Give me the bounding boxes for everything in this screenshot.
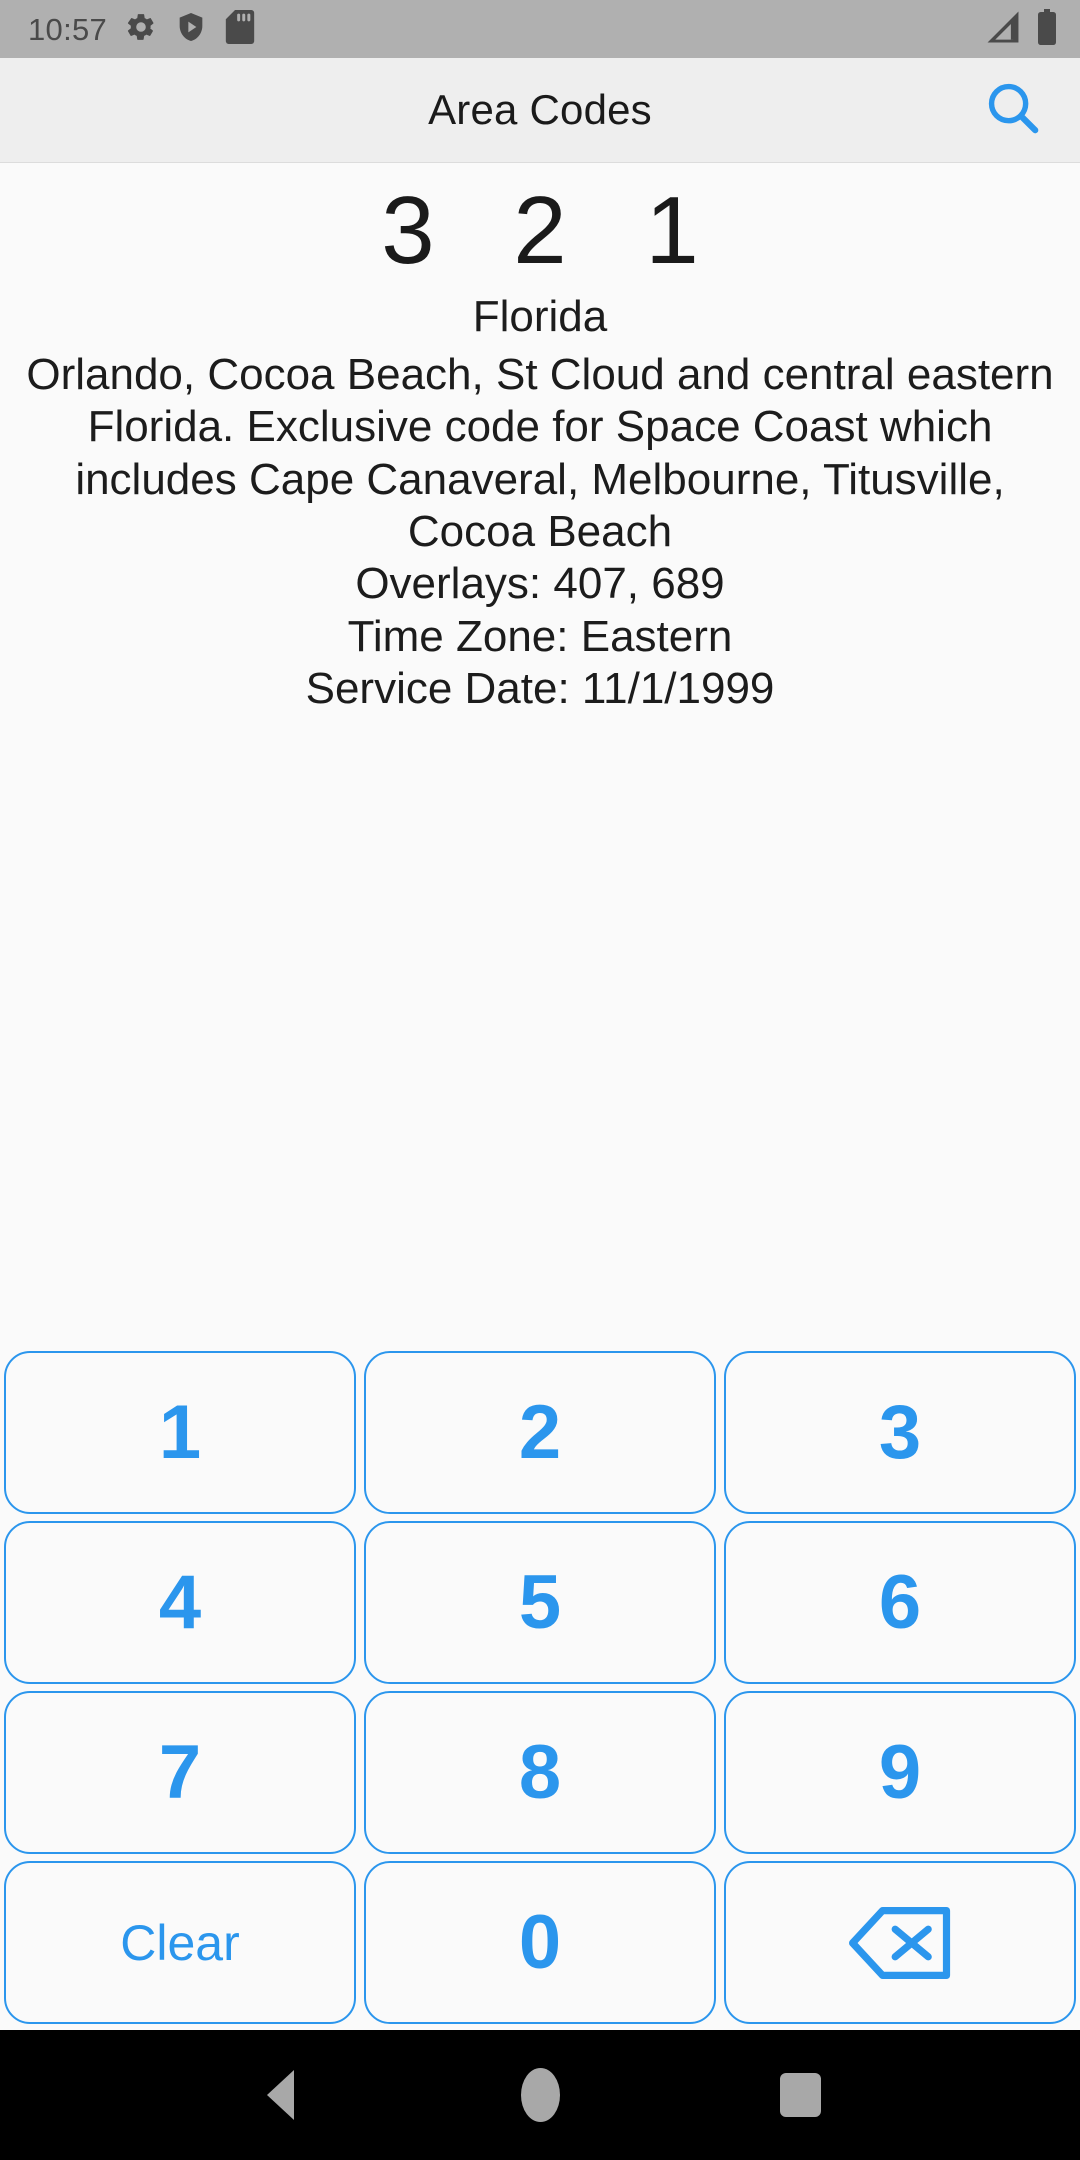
key-6[interactable]: 6 (724, 1521, 1076, 1684)
area-code-display: 3 2 1 (381, 177, 725, 284)
nav-home-button[interactable] (480, 2045, 600, 2145)
status-clock: 10:57 (28, 11, 108, 47)
keypad-row: 7 8 9 (4, 1691, 1076, 1854)
back-icon (266, 2070, 294, 2120)
key-label: 6 (878, 1559, 922, 1645)
key-label: 7 (158, 1729, 202, 1815)
key-label: 9 (878, 1729, 922, 1815)
key-0[interactable]: 0 (364, 1861, 716, 2024)
search-icon (982, 77, 1044, 144)
key-7[interactable]: 7 (4, 1691, 356, 1854)
home-icon (520, 2068, 560, 2122)
service-date-line: Service Date: 11/1/1999 (305, 664, 775, 714)
key-label: 3 (878, 1389, 922, 1475)
keypad-row: Clear 0 (4, 1861, 1076, 2024)
nav-recents-button[interactable] (740, 2045, 860, 2145)
key-label: 4 (158, 1559, 202, 1645)
key-4[interactable]: 4 (4, 1521, 356, 1684)
key-label: 8 (518, 1729, 562, 1815)
key-8[interactable]: 8 (364, 1691, 716, 1854)
keypad: 1 2 3 4 5 6 7 8 9 Clear 0 (0, 1351, 1080, 2030)
nav-back-button[interactable] (220, 2045, 340, 2145)
search-button[interactable] (974, 71, 1052, 149)
phone-screen: 10:57 Area Codes 3 2 1 Florida Orlando, … (0, 0, 1080, 2160)
key-9[interactable]: 9 (724, 1691, 1076, 1854)
android-nav-bar (0, 2030, 1080, 2160)
cell-signal-icon (984, 10, 1022, 49)
sd-card-icon (225, 9, 255, 49)
gear-icon (125, 11, 157, 48)
time-zone-line: Time Zone: Eastern (347, 611, 733, 661)
app-bar: Area Codes (0, 58, 1080, 163)
status-bar-left: 10:57 (28, 9, 255, 49)
area-description: Orlando, Cocoa Beach, St Cloud and centr… (26, 349, 1054, 556)
key-5[interactable]: 5 (364, 1521, 716, 1684)
page-title: Area Codes (428, 86, 652, 133)
area-code-detail: 3 2 1 Florida Orlando, Cocoa Beach, St C… (0, 163, 1080, 715)
keypad-row: 1 2 3 (4, 1351, 1076, 1514)
key-label: 5 (518, 1559, 562, 1645)
main-content: 3 2 1 Florida Orlando, Cocoa Beach, St C… (0, 163, 1080, 2030)
key-3[interactable]: 3 (724, 1351, 1076, 1514)
key-backspace[interactable] (724, 1861, 1076, 2024)
play-protect-shield-icon (175, 11, 207, 48)
battery-full-icon (1036, 8, 1058, 50)
key-1[interactable]: 1 (4, 1351, 356, 1514)
key-2[interactable]: 2 (364, 1351, 716, 1514)
keypad-row: 4 5 6 (4, 1521, 1076, 1684)
status-bar-right (984, 8, 1058, 50)
state-name: Florida (472, 291, 608, 341)
key-clear[interactable]: Clear (4, 1861, 356, 2024)
backspace-icon (846, 1904, 954, 1982)
key-label: 2 (518, 1389, 562, 1475)
status-bar: 10:57 (0, 0, 1080, 58)
recents-icon (779, 2073, 821, 2117)
key-label: 1 (158, 1389, 202, 1475)
key-label: Clear (120, 1914, 240, 1971)
overlays-line: Overlays: 407, 689 (355, 559, 725, 609)
key-label: 0 (518, 1899, 562, 1985)
